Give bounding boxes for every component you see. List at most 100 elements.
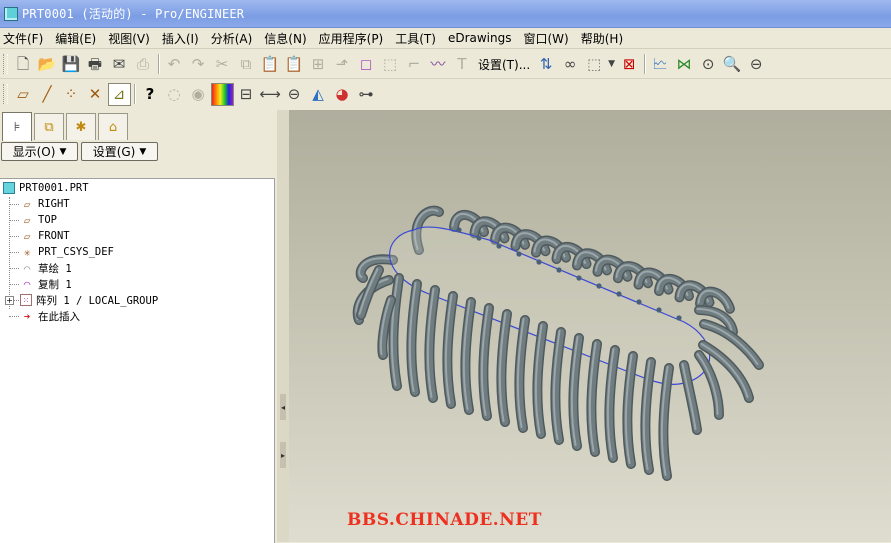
attachment-point — [536, 259, 542, 265]
expand-right-icon[interactable]: ▸ — [280, 442, 286, 468]
color-icon[interactable] — [210, 82, 234, 106]
datum-plane-icon[interactable]: ⌐ — [403, 53, 426, 76]
menu-file[interactable]: 文件(F) — [0, 30, 49, 47]
menu-view[interactable]: 视图(V) — [102, 30, 156, 47]
layers-icon[interactable]: ⇅ — [535, 53, 558, 76]
regenerate-icon[interactable]: ⊞ — [307, 53, 330, 76]
tree-item-label: FRONT — [38, 230, 70, 242]
tree-connector — [9, 284, 19, 285]
layers-tab[interactable]: ⧉ — [34, 113, 64, 140]
tube — [550, 327, 566, 445]
tube — [622, 351, 638, 469]
analysis-icon[interactable]: T — [451, 53, 474, 76]
insert-here-arrow-icon: ➔ — [23, 309, 31, 323]
toolbar-grip[interactable] — [3, 54, 8, 74]
tree-item-top[interactable]: ▱ TOP — [20, 212, 57, 228]
section-icon[interactable]: ⊟ — [235, 83, 258, 106]
copy-icon[interactable]: ⧉ — [235, 53, 258, 76]
plane-display-icon[interactable]: ▱ — [12, 83, 35, 106]
tree-item-part[interactable]: PRT0001.PRT — [3, 180, 89, 196]
appearance-icon[interactable]: ◕ — [331, 83, 354, 106]
tree-item-csys[interactable]: ✳ PRT_CSYS_DEF — [20, 244, 114, 260]
paste-special-icon[interactable]: 📋 — [283, 53, 306, 76]
tree-item-insert-here[interactable]: ➔ 在此插入 — [20, 308, 80, 324]
window-title: PRT0001 (活动的) - Pro/ENGINEER — [22, 7, 245, 21]
zoom-in-icon[interactable]: 🔍 — [721, 53, 744, 76]
menu-applications[interactable]: 应用程序(P) — [313, 30, 390, 47]
undo-icon[interactable]: ↶ — [163, 53, 186, 76]
tree-item-pattern[interactable]: ⁙ 阵列 1 / LOCAL_GROUP — [20, 292, 158, 308]
menu-window[interactable]: 窗口(W) — [518, 30, 575, 47]
new-file-icon[interactable]: 🗋 — [12, 53, 35, 76]
menu-edit[interactable]: 编辑(E) — [49, 30, 102, 47]
model-tree-tab[interactable]: ⊧ — [2, 112, 32, 141]
chevron-down-icon[interactable]: ▼ — [607, 53, 617, 76]
print-icon[interactable]: 🖶 — [84, 53, 107, 76]
collapse-left-icon[interactable]: ◂ — [280, 394, 286, 420]
tube — [586, 339, 602, 457]
menu-analysis[interactable]: 分析(A) — [205, 30, 259, 47]
filter-icon[interactable]: ⊶ — [355, 83, 378, 106]
orient-icon[interactable]: 🗠 — [649, 53, 672, 76]
hide-icon[interactable]: ◌ — [163, 83, 186, 106]
navigator-tabs: ⊧ ⧉ ✱ ⌂ — [0, 110, 277, 141]
zoom-out-icon[interactable]: ⊖ — [745, 53, 768, 76]
tree-item-label: 在此插入 — [38, 310, 80, 323]
close-window-icon[interactable]: ⊠ — [618, 53, 641, 76]
menu-info[interactable]: 信息(N) — [258, 30, 312, 47]
graphics-window[interactable]: BBS.CHINADE.NET — [289, 110, 891, 542]
tree-item-front[interactable]: ▱ FRONT — [20, 228, 70, 244]
attachment-point — [476, 235, 482, 241]
menu-edrawings[interactable]: eDrawings — [442, 31, 518, 45]
tree-item-copy[interactable]: ◠ 复制 1 — [20, 276, 72, 292]
settings-dropdown[interactable]: 设置(G) ▼ — [81, 142, 158, 161]
folder-tab[interactable]: ⌂ — [98, 113, 128, 140]
model-tree: PRT0001.PRT ▱ RIGHT ▱ TOP ▱ FRONT ✳ PRT_… — [0, 178, 275, 543]
whats-this-icon[interactable]: ? — [139, 83, 162, 106]
attachment-point — [456, 227, 462, 233]
measure-icon[interactable]: ⊖ — [283, 83, 306, 106]
menu-tools[interactable]: 工具(T) — [389, 30, 442, 47]
csys-display-icon[interactable]: ✕ — [84, 83, 107, 106]
attachment-point — [616, 291, 622, 297]
redo-icon[interactable]: ↷ — [187, 53, 210, 76]
solid-icon[interactable]: ⬚ — [379, 53, 402, 76]
datum-curve-icon[interactable]: 〰 — [427, 53, 450, 76]
menu-help[interactable]: 帮助(H) — [575, 30, 629, 47]
tree-item-right[interactable]: ▱ RIGHT — [20, 196, 70, 212]
selection-box-icon[interactable]: ⬚ — [583, 53, 606, 76]
attachment-point — [656, 307, 662, 313]
tree-connector — [9, 316, 19, 317]
send-icon[interactable]: ⎙ — [132, 53, 155, 76]
datum-network-icon[interactable]: ⋈ — [673, 53, 696, 76]
menu-insert[interactable]: 插入(I) — [156, 30, 205, 47]
show-icon[interactable]: ◉ — [187, 83, 210, 106]
toolbar-grip[interactable] — [3, 84, 8, 104]
feature-icon[interactable]: ◻ — [355, 53, 378, 76]
refit-icon[interactable]: ⊙ — [697, 53, 720, 76]
point-display-icon[interactable]: ⁘ — [60, 83, 83, 106]
tube — [604, 345, 620, 463]
settings-menu-button[interactable]: 设置(T)... — [474, 53, 534, 75]
axis-display-icon[interactable]: ╱ — [36, 83, 59, 106]
expand-toggle[interactable]: + — [5, 296, 14, 305]
model-view — [352, 205, 764, 481]
annotation-display-icon[interactable]: ⊿ — [107, 82, 131, 106]
email-icon[interactable]: ✉ — [108, 53, 131, 76]
tube — [640, 357, 656, 475]
tube — [388, 273, 404, 391]
tree-item-sketch[interactable]: ⌒ 草绘 1 — [20, 260, 72, 276]
save-icon[interactable]: 💾 — [60, 53, 83, 76]
curvature-icon[interactable]: ◭ — [307, 83, 330, 106]
paste-icon[interactable]: 📋 — [259, 53, 282, 76]
show-dropdown[interactable]: 显示(O) ▼ — [1, 142, 78, 161]
dimension-icon[interactable]: ⟷ — [259, 83, 282, 106]
panel-splitter[interactable]: ◂ ▸ — [277, 110, 289, 542]
datum-plane-icon: ▱ — [23, 213, 31, 227]
open-folder-icon[interactable]: 📂 — [36, 53, 59, 76]
tree-item-label: 阵列 1 / LOCAL_GROUP — [36, 294, 159, 307]
cut-icon[interactable]: ✂ — [211, 53, 234, 76]
binoculars-icon[interactable]: ∞ — [559, 53, 582, 76]
favorites-tab[interactable]: ✱ — [66, 113, 96, 140]
repaint-icon[interactable]: ⬏ — [331, 53, 354, 76]
